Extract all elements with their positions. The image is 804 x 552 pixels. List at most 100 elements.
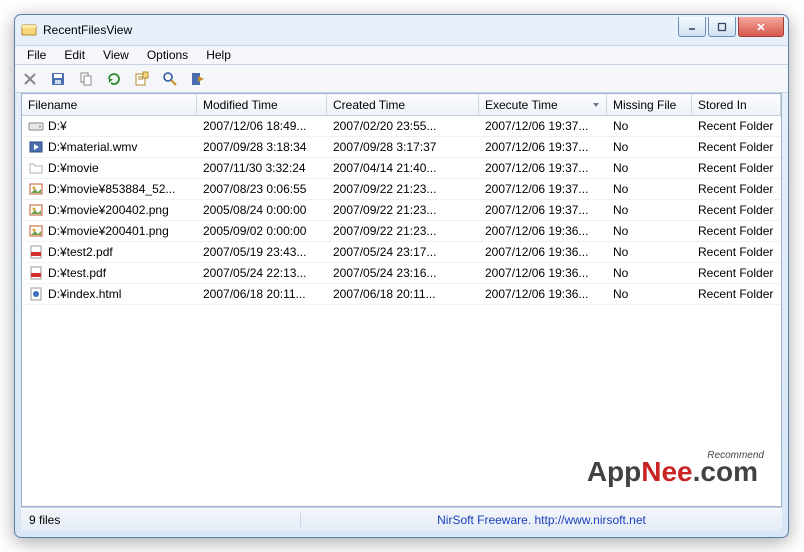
cell-filename: D:¥test2.pdf	[48, 245, 113, 259]
properties-button[interactable]	[131, 68, 153, 90]
image-icon	[28, 181, 44, 197]
cell-created: 2007/09/22 21:23...	[333, 203, 436, 217]
html-icon	[28, 286, 44, 302]
table-row[interactable]: D:¥movie¥200401.png 2005/09/02 0:00:00 200…	[22, 221, 781, 242]
menu-edit[interactable]: Edit	[56, 47, 93, 63]
cell-modified: 2007/09/28 3:18:34	[203, 140, 306, 154]
cell-stored: Recent Folder	[698, 287, 773, 301]
menu-file[interactable]: File	[19, 47, 54, 63]
grid-header: Filename Modified Time Created Time Exec…	[22, 94, 781, 116]
cell-created: 2007/09/22 21:23...	[333, 224, 436, 238]
col-execute[interactable]: Execute Time	[479, 94, 607, 115]
cell-created: 2007/05/24 23:16...	[333, 266, 436, 280]
minimize-button[interactable]	[678, 17, 706, 37]
cell-modified: 2007/06/18 20:11...	[203, 287, 306, 301]
table-row[interactable]: D:¥test.pdf2007/05/24 22:13...2007/05/24…	[22, 263, 781, 284]
cell-missing: No	[613, 287, 628, 301]
cell-missing: No	[613, 182, 628, 196]
app-icon	[21, 22, 37, 38]
cell-created: 2007/09/22 21:23...	[333, 182, 436, 196]
cell-missing: No	[613, 161, 628, 175]
delete-button[interactable]	[19, 68, 41, 90]
cell-modified: 2005/09/02 0:00:00	[203, 224, 306, 238]
cell-execute: 2007/12/06 19:36...	[485, 245, 588, 259]
window-buttons	[678, 17, 784, 37]
status-link[interactable]: NirSoft Freeware. http://www.nirsoft.net	[301, 513, 782, 527]
refresh-button[interactable]	[103, 68, 125, 90]
cell-filename: D:¥movie	[48, 161, 99, 175]
table-row[interactable]: D:¥index.html 2007/06/18 20:11... 2007/06/…	[22, 284, 781, 305]
window-title: RecentFilesView	[43, 23, 678, 37]
save-button[interactable]	[47, 68, 69, 90]
video-icon	[28, 139, 44, 155]
menu-view[interactable]: View	[95, 47, 137, 63]
cell-created: 2007/06/18 20:11...	[333, 287, 436, 301]
status-bar: 9 files NirSoft Freeware. http://www.nir…	[21, 507, 782, 531]
cell-modified: 2005/08/24 0:00:00	[203, 203, 306, 217]
pdf-icon	[28, 265, 44, 281]
cell-filename: D:¥movie¥200402.png	[48, 203, 169, 217]
cell-execute: 2007/12/06 19:37...	[485, 182, 588, 196]
find-button[interactable]	[159, 68, 181, 90]
cell-filename: D:¥movie¥200401.png	[48, 224, 169, 238]
close-button[interactable]	[738, 17, 784, 37]
table-row[interactable]: D:¥material.wmv 2007/09/28 3:18:34 2007/09…	[22, 137, 781, 158]
cell-stored: Recent Folder	[698, 182, 773, 196]
cell-filename: D:¥	[48, 119, 67, 133]
col-modified[interactable]: Modified Time	[197, 94, 327, 115]
cell-modified: 2007/08/23 0:06:55	[203, 182, 306, 196]
cell-filename: D:¥test.pdf	[48, 266, 106, 280]
cell-missing: No	[613, 140, 628, 154]
cell-stored: Recent Folder	[698, 140, 773, 154]
cell-missing: No	[613, 203, 628, 217]
cell-filename: D:¥movie¥853884_52...	[48, 182, 175, 196]
cell-filename: D:¥index.html	[48, 287, 121, 301]
copy-button[interactable]	[75, 68, 97, 90]
col-created[interactable]: Created Time	[327, 94, 479, 115]
cell-modified: 2007/11/30 3:32:24	[203, 161, 306, 175]
toolbar	[15, 65, 788, 93]
exit-button[interactable]	[187, 68, 209, 90]
image-icon	[28, 223, 44, 239]
cell-created: 2007/04/14 21:40...	[333, 161, 436, 175]
grid: Filename Modified Time Created Time Exec…	[21, 93, 782, 507]
col-stored[interactable]: Stored In	[692, 94, 781, 115]
titlebar[interactable]: RecentFilesView	[15, 15, 788, 45]
cell-stored: Recent Folder	[698, 119, 773, 133]
cell-execute: 2007/12/06 19:37...	[485, 203, 588, 217]
cell-modified: 2007/12/06 18:49...	[203, 119, 306, 133]
pdf-icon	[28, 244, 44, 260]
grid-body[interactable]: D:¥ 2007/12/06 18:49... 2007/02/20 23:55..…	[22, 116, 781, 506]
cell-missing: No	[613, 119, 628, 133]
table-row[interactable]: D:¥movie 2007/11/30 3:32:24 2007/04/14 21:…	[22, 158, 781, 179]
cell-execute: 2007/12/06 19:36...	[485, 224, 588, 238]
cell-stored: Recent Folder	[698, 161, 773, 175]
cell-stored: Recent Folder	[698, 266, 773, 280]
cell-created: 2007/02/20 23:55...	[333, 119, 436, 133]
image-icon	[28, 202, 44, 218]
cell-execute: 2007/12/06 19:37...	[485, 161, 588, 175]
sort-desc-icon	[592, 101, 600, 109]
cell-stored: Recent Folder	[698, 203, 773, 217]
cell-created: 2007/09/28 3:17:37	[333, 140, 436, 154]
cell-filename: D:¥material.wmv	[48, 140, 137, 154]
menu-bar: File Edit View Options Help	[15, 45, 788, 65]
col-missing[interactable]: Missing File	[607, 94, 692, 115]
menu-options[interactable]: Options	[139, 47, 196, 63]
cell-created: 2007/05/24 23:17...	[333, 245, 436, 259]
cell-stored: Recent Folder	[698, 245, 773, 259]
table-row[interactable]: D:¥test2.pdf 2007/05/19 23:43... 2007/05/2…	[22, 242, 781, 263]
cell-missing: No	[613, 245, 628, 259]
col-filename[interactable]: Filename	[22, 94, 197, 115]
menu-help[interactable]: Help	[198, 47, 239, 63]
table-row[interactable]: D:¥ 2007/12/06 18:49... 2007/02/20 23:55..…	[22, 116, 781, 137]
cell-execute: 2007/12/06 19:37...	[485, 140, 588, 154]
cell-execute: 2007/12/06 19:36...	[485, 287, 588, 301]
table-row[interactable]: D:¥movie¥853884_52... 2007/08/23 0:06:55 2…	[22, 179, 781, 200]
table-row[interactable]: D:¥movie¥200402.png 2005/08/24 0:00:00 200…	[22, 200, 781, 221]
cell-stored: Recent Folder	[698, 224, 773, 238]
folder-icon	[28, 160, 44, 176]
maximize-button[interactable]	[708, 17, 736, 37]
cell-modified: 2007/05/19 23:43...	[203, 245, 306, 259]
drive-icon	[28, 118, 44, 134]
